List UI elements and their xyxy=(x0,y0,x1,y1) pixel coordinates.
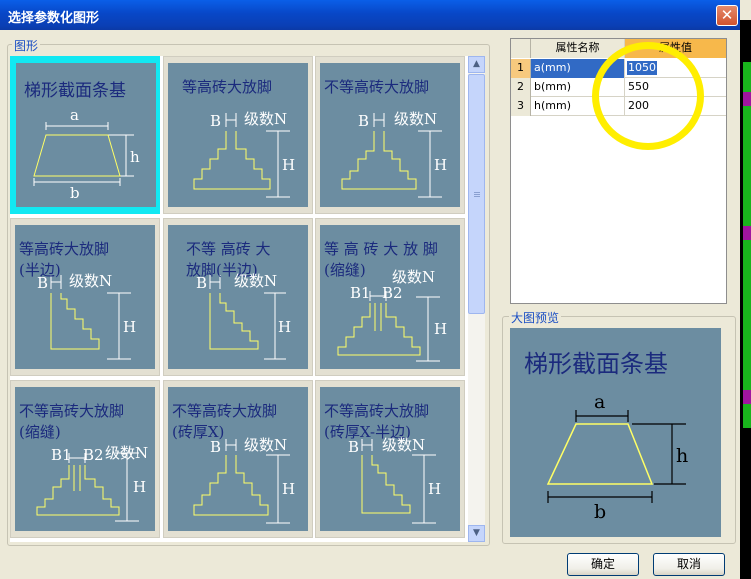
shape-title: 等 高 砖 大 放 脚 (缩缝) xyxy=(324,240,438,279)
shape-item-equal-brick-footing-half[interactable]: 等高砖大放脚 (半边) B 级数N H xyxy=(10,218,160,376)
label-height: H xyxy=(428,480,442,498)
shape-item-unequal-brick-footing[interactable]: 不等高砖大放脚 B 级数N H xyxy=(315,56,465,214)
chevron-up-icon: ▲ xyxy=(473,59,480,69)
label-steps: 级数N xyxy=(244,110,288,128)
label-b1: B1 xyxy=(51,446,72,464)
shape-item-unequal-brick-footing-thickness[interactable]: 不等高砖大放脚 (砖厚X) B 级数N H xyxy=(163,380,313,538)
window-title: 选择参数化图形 xyxy=(8,11,100,26)
label-steps: 级数N xyxy=(394,110,438,128)
shapes-group-label: 图形 xyxy=(12,37,41,54)
title-bar: 选择参数化图形 xyxy=(0,0,751,30)
scroll-down-button[interactable]: ▼ xyxy=(468,525,485,542)
label-height: H xyxy=(434,156,448,174)
preview-group-label: 大图预览 xyxy=(509,309,562,326)
shape-gallery: 梯形截面条基 a h b 等高砖大放脚 B 级数N H 不等高砖大放脚 B 级数… xyxy=(10,56,468,542)
close-icon: ✕ xyxy=(720,6,734,24)
shape-item-equal-brick-footing[interactable]: 等高砖大放脚 B 级数N H xyxy=(163,56,313,214)
label-b: B xyxy=(196,274,208,292)
shape-thumbnail: 不等 高砖 大 放脚(半边) B 级数N H xyxy=(168,225,308,369)
shape-thumbnail: 等高砖大放脚 B 级数N H xyxy=(168,63,308,207)
label-b: B xyxy=(210,438,222,456)
preview-title: 梯形截面条基 xyxy=(524,350,668,378)
label-h: h xyxy=(130,148,140,166)
preview-label-a: a xyxy=(594,391,606,413)
label-height: H xyxy=(282,156,296,174)
label-steps: 级数N xyxy=(392,268,436,286)
ok-button[interactable]: 确定 xyxy=(567,553,639,576)
large-preview: 梯形截面条基 a h b xyxy=(510,328,721,537)
preview-label-b: b xyxy=(594,501,607,523)
label-b2: B2 xyxy=(83,446,104,464)
shape-item-unequal-brick-footing-joint[interactable]: 不等高砖大放脚 (缩缝) B1 B2 级数N H xyxy=(10,380,160,538)
shape-title: 不等高砖大放脚 xyxy=(324,78,430,96)
preview-label-h: h xyxy=(676,445,689,467)
highlight-circle xyxy=(592,42,704,150)
row-index: 3 xyxy=(511,97,531,116)
shape-title: 不等高砖大放脚 (缩缝) xyxy=(19,402,125,441)
label-steps: 级数N xyxy=(69,272,113,290)
shape-item-trapezoid-strip[interactable]: 梯形截面条基 a h b xyxy=(10,56,160,214)
close-button[interactable]: ✕ xyxy=(716,5,738,26)
label-steps: 级数N xyxy=(244,436,288,454)
label-b2: B2 xyxy=(382,284,403,302)
shape-title: 等高砖大放脚 xyxy=(182,78,273,96)
label-steps: 级数N xyxy=(382,436,426,454)
shape-item-unequal-brick-footing-thickness-half[interactable]: 不等高砖大放脚 (砖厚X-半边) B 级数N H xyxy=(315,380,465,538)
label-steps: 级数N xyxy=(105,444,149,462)
shape-thumbnail: 等高砖大放脚 (半边) B 级数N H xyxy=(15,225,155,369)
label-b: B xyxy=(210,112,222,130)
label-height: H xyxy=(123,318,137,336)
label-a: a xyxy=(70,106,79,124)
scroll-up-button[interactable]: ▲ xyxy=(468,56,485,73)
background-window-edge xyxy=(740,0,751,579)
label-b: B xyxy=(348,438,360,456)
label-height: H xyxy=(278,318,292,336)
shape-thumbnail: 不等高砖大放脚 (缩缝) B1 B2 级数N H xyxy=(15,387,155,531)
scroll-thumb[interactable] xyxy=(468,74,485,314)
label-b1: B1 xyxy=(350,284,371,302)
shape-thumbnail: 等 高 砖 大 放 脚 (缩缝) B1 B2 级数N H xyxy=(320,225,460,369)
shape-thumbnail: 梯形截面条基 a h b xyxy=(16,63,156,207)
label-b: b xyxy=(70,184,80,202)
shape-title: 梯形截面条基 xyxy=(24,81,126,101)
label-height: H xyxy=(133,478,147,496)
row-index: 2 xyxy=(511,78,531,97)
label-b: B xyxy=(37,274,49,292)
gallery-scrollbar[interactable]: ▲ ▼ xyxy=(468,56,485,542)
row-index: 1 xyxy=(511,59,531,78)
label-height: H xyxy=(282,480,296,498)
cancel-button[interactable]: 取消 xyxy=(653,553,725,576)
label-b: B xyxy=(358,112,370,130)
label-height: H xyxy=(434,320,448,338)
shape-thumbnail: 不等高砖大放脚 (砖厚X-半边) B 级数N H xyxy=(320,387,460,531)
shape-item-equal-brick-footing-joint[interactable]: 等 高 砖 大 放 脚 (缩缝) B1 B2 级数N H xyxy=(315,218,465,376)
shape-thumbnail: 不等高砖大放脚 B 级数N H xyxy=(320,63,460,207)
shape-thumbnail: 不等高砖大放脚 (砖厚X) B 级数N H xyxy=(168,387,308,531)
label-steps: 级数N xyxy=(234,272,278,290)
chevron-down-icon: ▼ xyxy=(473,528,480,538)
shape-item-unequal-brick-footing-half[interactable]: 不等 高砖 大 放脚(半边) B 级数N H xyxy=(163,218,313,376)
